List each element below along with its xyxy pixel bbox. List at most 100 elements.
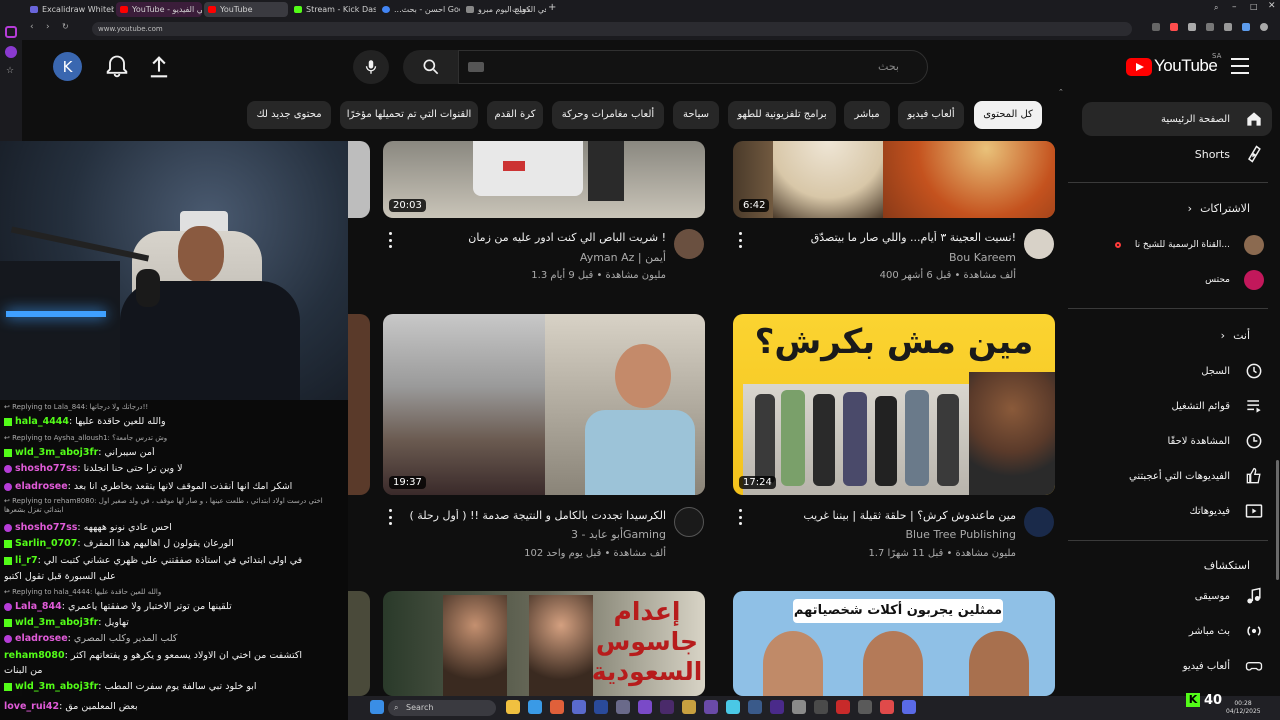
chip-all[interactable]: كل المحتوى xyxy=(974,101,1042,129)
extension-icon[interactable] xyxy=(1152,23,1160,31)
sidebar-item-history[interactable]: السجل xyxy=(1082,354,1272,388)
windows-start-icon[interactable] xyxy=(370,700,384,714)
video-thumbnail[interactable]: إعدام جاسوس السعودية xyxy=(383,591,705,696)
page-scrollbar[interactable] xyxy=(1276,460,1279,580)
app-icon[interactable] xyxy=(726,700,740,714)
video-title[interactable]: الكرسيدا تجددت بالكامل و النتيجة صدمة !!… xyxy=(400,509,666,522)
opera-home-icon[interactable] xyxy=(5,26,17,38)
extension-icon[interactable] xyxy=(1188,23,1196,31)
opera-icon[interactable] xyxy=(836,700,850,714)
sidebar-item-watch-later[interactable]: المشاهدة لاحقًا xyxy=(1082,424,1272,458)
chip-new-to-you[interactable]: محتوى جديد لك xyxy=(247,101,331,129)
video-thumbnail[interactable]: ممثلين يجربون أكلات شخصياتهم xyxy=(733,591,1055,696)
minimize-icon[interactable]: – xyxy=(1232,2,1237,12)
new-tab-icon[interactable]: + xyxy=(548,3,558,13)
back-icon[interactable]: ‹ xyxy=(30,22,34,32)
channel-name[interactable]: أبو عابد - 3Gaming xyxy=(450,528,666,541)
browser-tab[interactable]: Excalidraw Whiteboard xyxy=(26,2,114,17)
more-options-icon[interactable] xyxy=(737,232,743,248)
chip-recently-uploaded[interactable]: القنوات التي تم تحميلها مؤخرًا xyxy=(340,101,478,129)
reload-icon[interactable]: ↻ xyxy=(62,22,69,31)
discord-icon[interactable] xyxy=(902,700,916,714)
search-input[interactable]: بحث xyxy=(458,50,928,84)
app-icon[interactable] xyxy=(792,700,806,714)
taskbar-search[interactable]: ⌕ Search xyxy=(388,700,496,716)
you-heading[interactable]: › أنت xyxy=(1221,329,1250,342)
chip-video-games[interactable]: ألعاب فيديو xyxy=(898,101,964,129)
sidebar-item-liked-videos[interactable]: الفيديوهات التي أعجبتني xyxy=(1082,459,1272,493)
browser-tab[interactable]: ...احسن - بحث Google xyxy=(378,2,460,17)
profile-icon[interactable] xyxy=(1260,23,1268,31)
extension-icon[interactable] xyxy=(1206,23,1214,31)
video-title[interactable]: شريت الباص الي كنت ادور عليه من زمان ! xyxy=(400,231,666,244)
sidebar-item-your-videos[interactable]: فيديوهاتك xyxy=(1082,494,1272,528)
sidebar-item-playlists[interactable]: قوائم التشغيل xyxy=(1082,389,1272,423)
more-options-icon[interactable] xyxy=(387,509,393,525)
channel-name[interactable]: Bou Kareem xyxy=(800,251,1016,264)
browser-tab-active[interactable]: YouTube xyxy=(204,2,288,17)
sidebar-item-home[interactable]: الصفحة الرئيسية xyxy=(1082,102,1272,136)
brave-icon[interactable] xyxy=(550,700,564,714)
video-thumbnail[interactable]: 19:37 xyxy=(383,314,705,495)
system-clock[interactable]: 00:28 04/12/2025 xyxy=(1226,700,1261,716)
video-thumbnail[interactable]: 20:03 xyxy=(383,141,705,218)
sidebar-item-subscription[interactable]: القناة الرسمية للشيخ نا... xyxy=(1082,228,1272,262)
sidebar-item-shorts[interactable]: Shorts xyxy=(1082,137,1272,171)
star-icon[interactable]: ☆ xyxy=(6,66,14,76)
video-title[interactable]: مين ماعندوش كرش؟ | حلقة ثقيلة | بيننا غر… xyxy=(748,509,1016,522)
video-thumbnail[interactable]: مين مش بكرش؟ 17:24 xyxy=(733,314,1055,495)
chip-live[interactable]: مباشر xyxy=(844,101,890,129)
channel-name[interactable]: Blue Tree Publishing xyxy=(800,528,1016,541)
browser-tab[interactable]: YouTube - حلي الفيديو xyxy=(116,2,202,17)
browser-tab[interactable]: Stream - Kick Dashboard xyxy=(290,2,376,17)
forward-icon[interactable]: › xyxy=(46,22,50,32)
chip-football[interactable]: كرة القدم xyxy=(487,101,543,129)
more-options-icon[interactable] xyxy=(387,232,393,248)
account-avatar[interactable]: K xyxy=(53,52,82,81)
channel-avatar[interactable] xyxy=(1024,229,1054,259)
channel-avatar[interactable] xyxy=(674,507,704,537)
channel-avatar[interactable] xyxy=(674,229,704,259)
chip-cooking-shows[interactable]: برامج تلفزيونية للطهو xyxy=(728,101,836,129)
opera-ai-icon[interactable] xyxy=(5,46,17,58)
keyboard-icon[interactable] xyxy=(468,62,484,72)
app-icon[interactable] xyxy=(880,700,894,714)
video-thumbnail-partial[interactable] xyxy=(348,591,370,696)
vscode-icon[interactable] xyxy=(528,700,542,714)
media-encoder-icon[interactable] xyxy=(660,700,674,714)
sidebar-item-gaming[interactable]: ألعاب فيديو xyxy=(1082,649,1272,683)
app-icon[interactable] xyxy=(858,700,872,714)
app-icon[interactable] xyxy=(682,700,696,714)
sidebar-item-music[interactable]: موسيقى xyxy=(1082,579,1272,613)
video-thumbnail-partial[interactable] xyxy=(348,141,370,218)
more-options-icon[interactable] xyxy=(737,509,743,525)
video-title[interactable]: نسيت العجينة ٣ أيام... واللي صار ما بيتص… xyxy=(748,231,1016,244)
chips-scroll-up-icon[interactable]: ⌃ xyxy=(1058,88,1064,96)
maximize-icon[interactable]: □ xyxy=(1250,2,1258,11)
extension-icon[interactable] xyxy=(1170,23,1178,31)
youtube-logo[interactable]: YouTube SA xyxy=(1126,52,1226,78)
after-effects-icon[interactable] xyxy=(704,700,718,714)
channel-avatar[interactable] xyxy=(1024,507,1054,537)
extension-icon[interactable] xyxy=(1242,23,1250,31)
premiere-icon[interactable] xyxy=(770,700,784,714)
chip-action-adventure[interactable]: ألعاب مغامرات وحركة xyxy=(552,101,664,129)
app-icon[interactable] xyxy=(748,700,762,714)
extension-icon[interactable] xyxy=(1224,23,1232,31)
app-icon[interactable] xyxy=(616,700,630,714)
channel-name[interactable]: Ayman Az | أيمن xyxy=(450,251,666,264)
sidebar-item-subscription[interactable]: محتس xyxy=(1082,263,1272,297)
video-thumbnail[interactable]: 6:42 xyxy=(733,141,1055,218)
chip-tourism[interactable]: سياحة xyxy=(673,101,719,129)
close-window-icon[interactable]: ✕ xyxy=(1268,1,1276,11)
video-thumbnail-partial[interactable] xyxy=(348,314,370,495)
app-icon[interactable] xyxy=(572,700,586,714)
notifications-bell-icon[interactable] xyxy=(103,53,131,81)
obs-icon[interactable] xyxy=(814,700,828,714)
search-tabs-icon[interactable]: ⌕ xyxy=(1214,3,1218,13)
search-button[interactable] xyxy=(403,50,459,84)
browser-tab[interactable]: اسوق التميم في الكويت xyxy=(482,2,546,17)
sidebar-item-live[interactable]: بث مباشر xyxy=(1082,614,1272,648)
file-explorer-icon[interactable] xyxy=(506,700,520,714)
after-effects-icon[interactable] xyxy=(638,700,652,714)
